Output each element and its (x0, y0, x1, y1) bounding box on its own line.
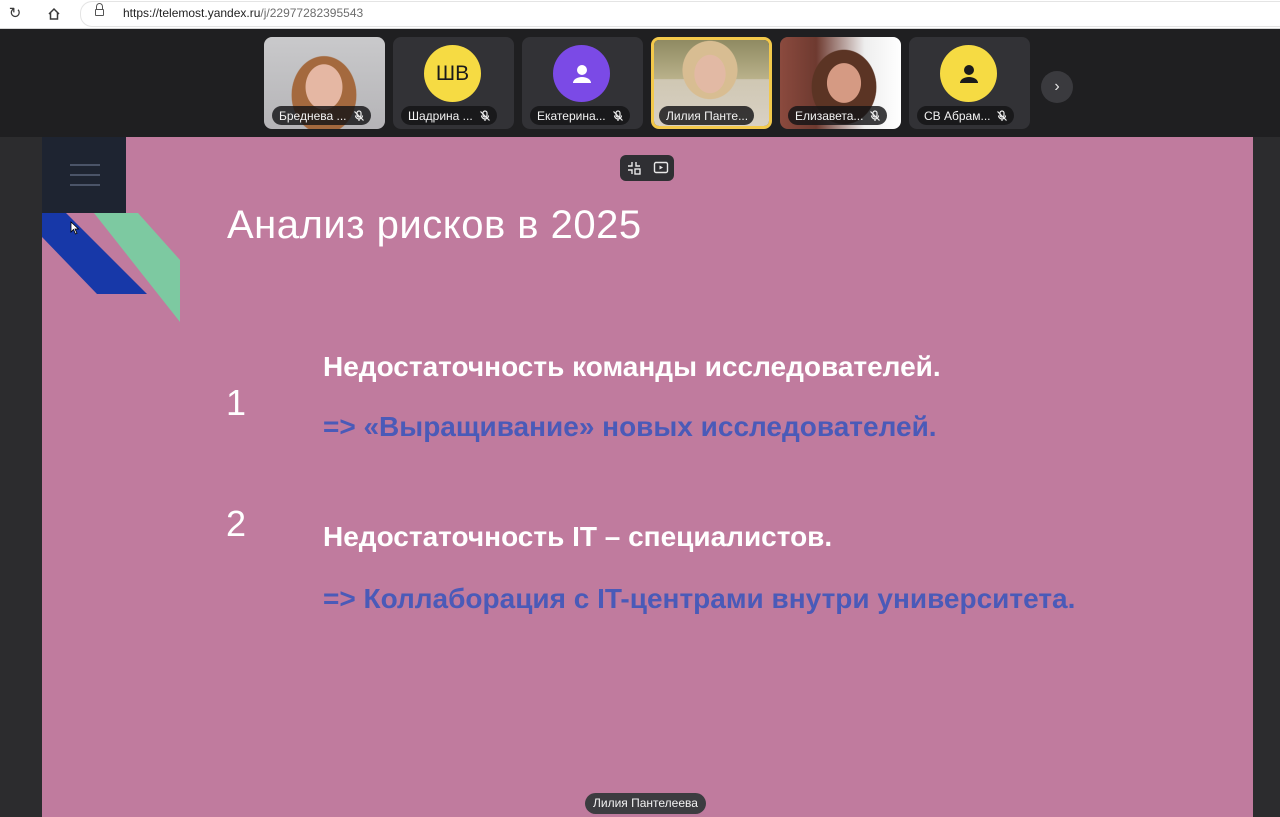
url-text[interactable]: https://telemost.yandex.ru/j/22977282395… (123, 6, 363, 20)
participant-tile[interactable]: СВ Абрам... (909, 37, 1030, 129)
mic-off-icon (997, 109, 1008, 121)
participant-name: Екатерина... (537, 108, 606, 123)
participant-nametag: Шадрина ... (401, 106, 497, 125)
participant-avatar: ШВ (424, 45, 481, 102)
url-path: /j/22977282395543 (260, 6, 364, 20)
participant-avatar (553, 45, 610, 102)
chevron-right-icon: › (1054, 78, 1060, 95)
mouse-cursor-icon (70, 221, 80, 235)
user-icon (572, 64, 591, 83)
participant-nametag: Екатерина... (530, 106, 630, 125)
risk-solution-text: => Коллаборация с IT-центрами внутри уни… (323, 583, 1076, 614)
risk-item-text: Недостаточность команды исследователей. (323, 351, 941, 382)
item-number: 2 (226, 503, 247, 544)
slide-menu-button[interactable] (42, 137, 126, 213)
exit-fullscreen-icon[interactable] (626, 160, 642, 176)
reload-icon[interactable]: ↻ (4, 3, 26, 25)
url-host: https://telemost.yandex.ru (123, 6, 261, 20)
slide-controls (620, 155, 674, 181)
lock-icon[interactable] (95, 3, 104, 17)
address-bar[interactable]: https://telemost.yandex.ru/j/22977282395… (80, 1, 1280, 27)
participant-name: Елизавета... (795, 108, 864, 123)
participant-nametag: Елизавета... (788, 106, 888, 125)
avatar-initials: ШВ (435, 61, 470, 85)
next-participants-button[interactable]: › (1041, 71, 1073, 103)
browser-toolbar: ↻ https://telemost.yandex.ru/j/229772823… (0, 0, 1280, 29)
participant-tile[interactable]: Бреднева ... (264, 37, 385, 129)
slide-title: Анализ рисков в 2025 (227, 203, 642, 247)
participant-tile[interactable]: ШВ Шадрина ... (393, 37, 514, 129)
mic-off-icon (479, 109, 490, 121)
presenter-nametag: Лилия Пантелеева (585, 793, 706, 814)
risk-solution-text: => «Выращивание» новых исследователей. (323, 411, 937, 442)
participants-strip: Бреднева ... ШВ Шадрина ... Екатерина...… (0, 29, 1280, 137)
shared-slide: Анализ рисков в 2025 1 Недостаточность к… (42, 137, 1253, 817)
participant-name: Бреднева ... (279, 108, 347, 123)
hamburger-icon (70, 164, 100, 194)
mic-off-icon (353, 109, 364, 121)
mic-off-icon (612, 109, 623, 121)
participant-name: Шадрина ... (408, 108, 473, 123)
participant-nametag: Бреднева ... (272, 106, 371, 125)
item-number: 1 (226, 382, 247, 423)
mic-off-icon (870, 109, 881, 121)
user-icon (959, 64, 978, 83)
home-icon[interactable] (43, 3, 65, 25)
presentation-mode-icon[interactable] (653, 160, 669, 176)
participant-tile[interactable]: Екатерина... (522, 37, 643, 129)
participant-name: Лилия Панте... (666, 108, 749, 123)
participant-nametag: Лилия Панте... (659, 106, 755, 125)
left-gutter (0, 137, 42, 817)
participant-tile-active[interactable]: Лилия Панте... (651, 37, 772, 129)
participant-avatar (940, 45, 997, 102)
participant-nametag: СВ Абрам... (917, 106, 1015, 125)
right-gutter (1253, 137, 1280, 817)
participant-name: СВ Абрам... (924, 108, 991, 123)
risk-item-text: Недостаточность IT – специалистов. (323, 521, 833, 552)
participant-tile[interactable]: Елизавета... (780, 37, 901, 129)
